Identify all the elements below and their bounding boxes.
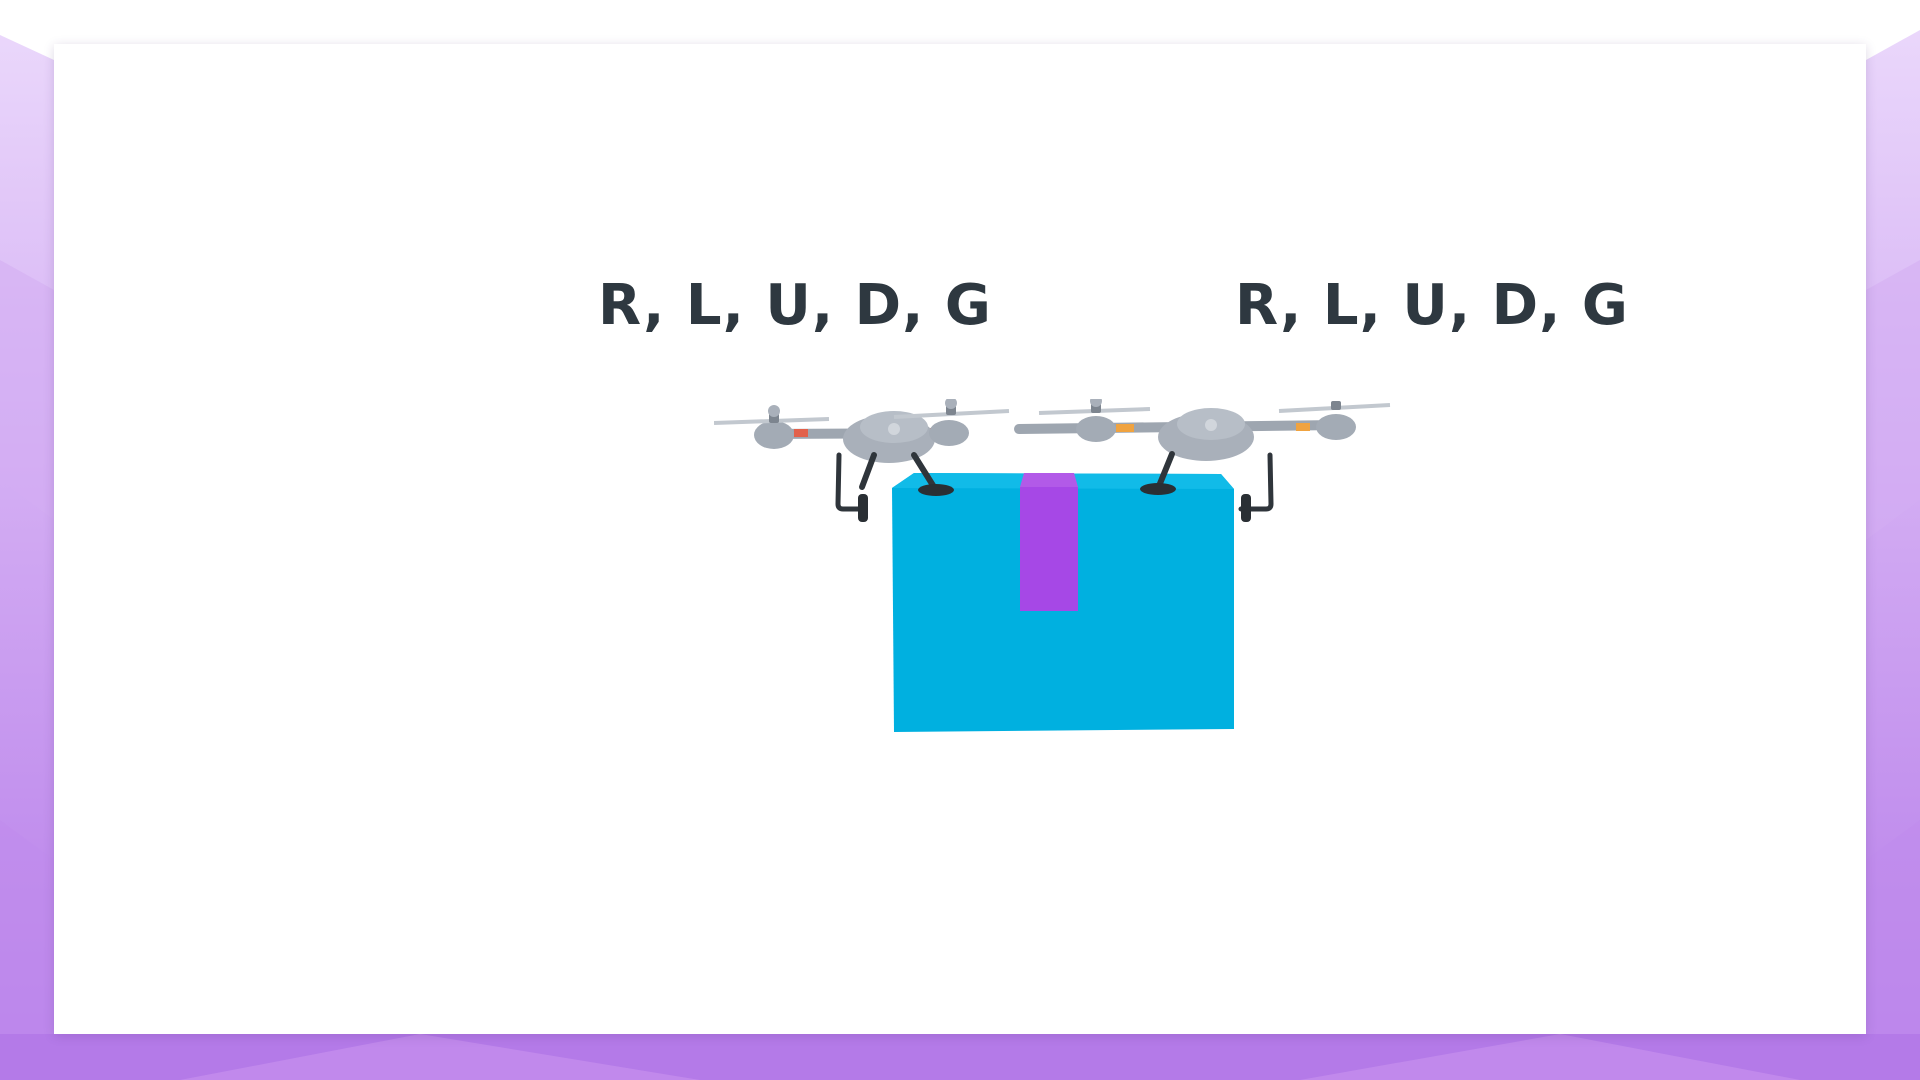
video-frame: R, L, U, D, G R, L, U, D, G <box>0 0 1920 1080</box>
slide-canvas: R, L, U, D, G R, L, U, D, G <box>54 44 1866 1034</box>
package-icon <box>892 473 1234 732</box>
left-drone-action-label: R, L, U, D, G <box>598 273 992 338</box>
left-clamp <box>858 494 868 522</box>
package-tape <box>1020 487 1078 611</box>
right-drone-action-label: R, L, U, D, G <box>1235 273 1629 338</box>
right-clamp <box>1241 494 1251 522</box>
drones-carrying-package-illustration <box>714 399 1391 732</box>
